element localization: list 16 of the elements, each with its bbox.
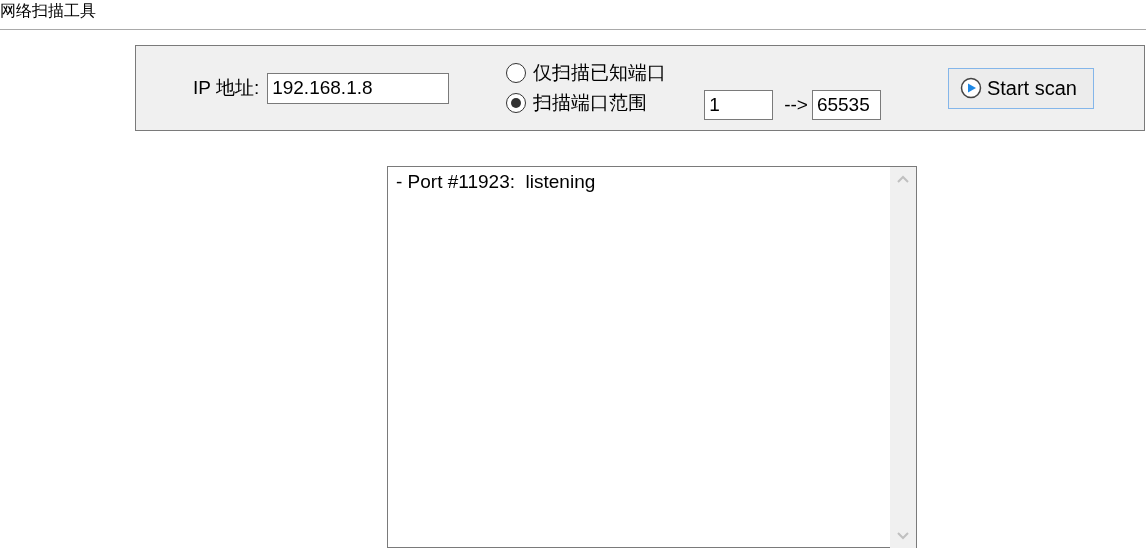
radio-button[interactable] [506,63,527,83]
scroll-up-icon[interactable] [897,175,909,183]
scrollbar[interactable] [890,167,916,548]
scroll-down-icon[interactable] [897,532,909,540]
range-separator: --> [784,94,808,116]
ip-field[interactable]: 192.168.1.8 [267,72,450,104]
port-to-field[interactable]: 65535 [811,90,881,120]
radio-button[interactable] [506,93,527,113]
play-icon [959,77,982,99]
radio-label: 扫描端口范围 [533,91,648,115]
output-line: - Port #11923: listening [396,170,597,194]
window-title: 网络扫描工具 [0,1,96,21]
port-from-field[interactable]: 1 [704,90,774,120]
ip-label: IP 地址: [193,76,260,100]
start-scan-button[interactable]: Start scan [947,67,1094,109]
radio-label: 仅扫描已知端口 [533,61,667,85]
